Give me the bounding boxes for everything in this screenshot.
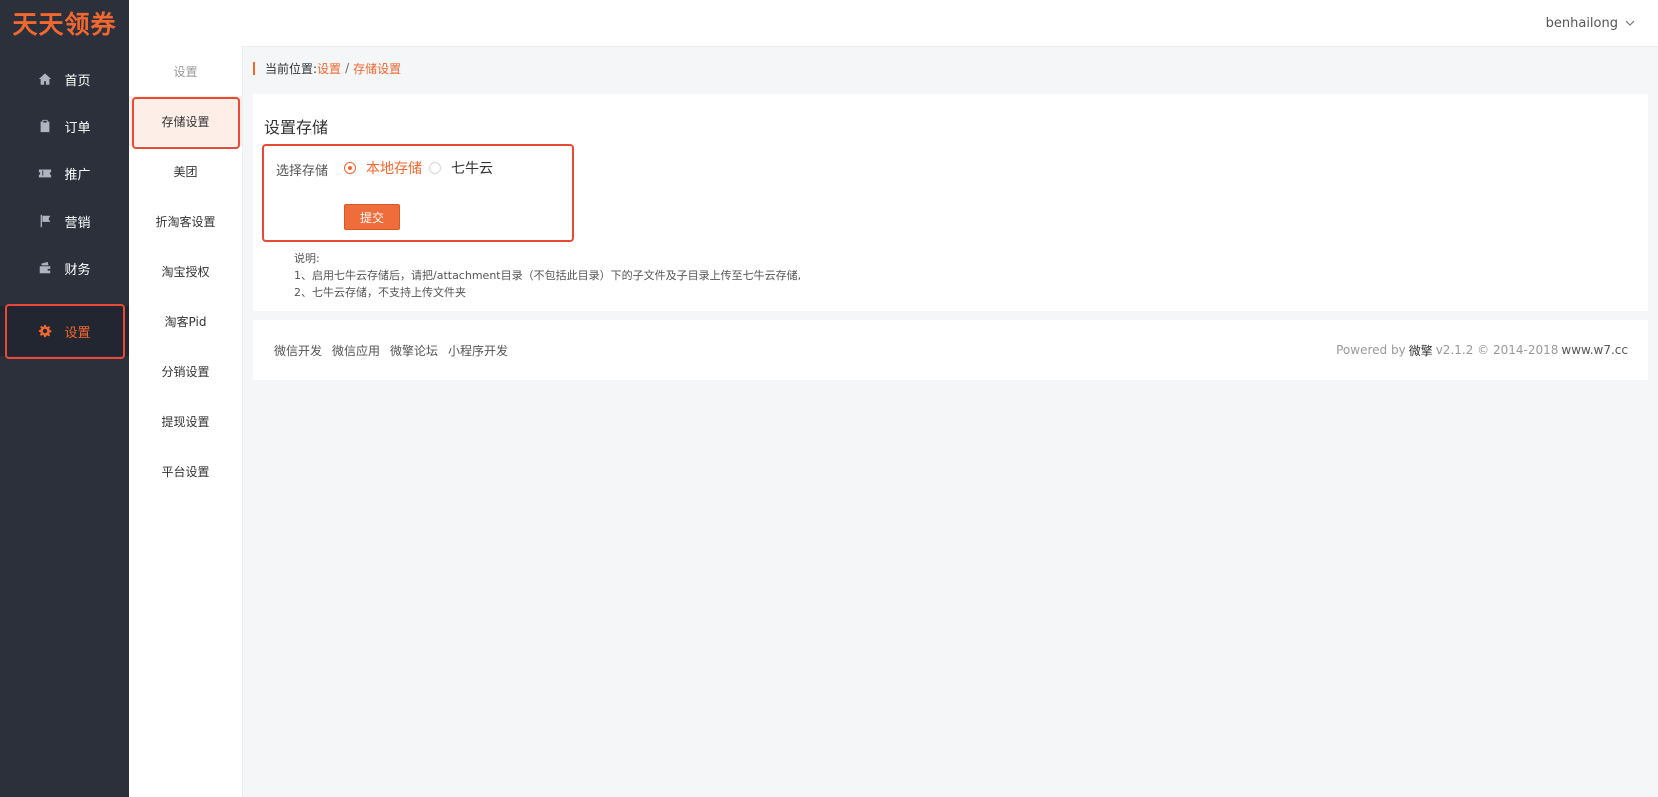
ticket-icon [39, 169, 52, 178]
chevron-down-icon [1625, 20, 1635, 26]
subnav-item-meituan[interactable]: 美团 [129, 146, 242, 196]
username: benhailong [1545, 15, 1618, 31]
subnav-item-taoke-pid[interactable]: 淘客Pid [129, 296, 242, 346]
sidebar-item-orders[interactable]: 订单 [0, 101, 129, 151]
brand-logo[interactable]: 天天领券 [0, 0, 129, 46]
submit-button[interactable]: 提交 [344, 204, 400, 230]
wallet-icon [40, 261, 51, 274]
notes-line-2: 2、七牛云存储，不支持上传文件夹 [294, 286, 466, 299]
breadcrumb-prefix: 当前位置: [265, 61, 318, 76]
sidebar-item-label: 财务 [64, 262, 91, 278]
sidebar-item-promotion[interactable]: 推广 [0, 148, 129, 198]
radio-dot[interactable] [344, 162, 356, 174]
notes-title: 说明: [294, 252, 320, 265]
breadcrumb-link-storage[interactable]: 存储设置 [353, 60, 401, 77]
sidebar-item-label: 推广 [64, 167, 91, 183]
clipboard-icon [41, 119, 50, 133]
storage-settings-panel: 设置存储 选择存储 本地存储 七牛云 提交 说明: 1、启用七牛云存储后，请把/… [253, 94, 1648, 311]
radio-qiniu[interactable]: 七牛云 [429, 158, 493, 178]
storage-highlight-box [132, 97, 240, 149]
subnav-item-withdraw[interactable]: 提现设置 [129, 396, 242, 446]
powered-prefix: Powered by [1336, 343, 1406, 357]
main-sidebar: 天天领券 首页 订单 推广 营销 财务 设置 [0, 0, 129, 797]
settings-subnav: 设置 存储设置 美团 折淘客设置 淘宝授权 淘客Pid 分销设置 提现设置 平台… [129, 46, 243, 797]
subnav-title: 设置 [173, 64, 198, 79]
subnav-item-zhetaoke[interactable]: 折淘客设置 [129, 196, 242, 246]
settings-highlight-box [5, 304, 125, 359]
sidebar-item-label: 订单 [64, 120, 91, 136]
subnav-item-taobao-auth[interactable]: 淘宝授权 [129, 246, 242, 296]
notes-line-1: 1、启用七牛云存储后，请把/attachment目录（不包括此目录）下的子文件及… [294, 269, 802, 282]
user-menu[interactable]: benhailong [1546, 0, 1636, 46]
powered-by: Powered by 微擎 v2.1.2 © 2014-2018 www.w7.… [1336, 320, 1628, 380]
subnav-item-distribution[interactable]: 分销设置 [129, 346, 242, 396]
panel-title: 设置存储 [264, 118, 329, 137]
storage-select-label: 选择存储 [276, 164, 329, 179]
radio-local-storage[interactable]: 本地存储 [344, 158, 422, 178]
radio-label: 七牛云 [451, 161, 493, 177]
footer: 微信开发 微信应用 微擎论坛 小程序开发 Powered by 微擎 v2.1.… [253, 320, 1648, 380]
notes: 说明: 1、启用七牛云存储后，请把/attachment目录（不包括此目录）下的… [294, 250, 801, 301]
radio-label: 本地存储 [366, 161, 422, 177]
sidebar-item-home[interactable]: 首页 [0, 54, 129, 104]
sidebar-item-marketing[interactable]: 营销 [0, 196, 129, 246]
sidebar-item-finance[interactable]: 财务 [0, 243, 129, 293]
footer-link-forum[interactable]: 微擎论坛 [390, 342, 438, 359]
top-header: benhailong [129, 0, 1658, 47]
breadcrumb: 当前位置: 设置 / 存储设置 [253, 59, 401, 77]
sidebar-item-label: 营销 [64, 215, 91, 231]
sidebar-item-label: 首页 [64, 73, 91, 89]
breadcrumb-link-settings[interactable]: 设置 [317, 60, 341, 77]
footer-links: 微信开发 微信应用 微擎论坛 小程序开发 [274, 320, 518, 380]
footer-link-wechat-dev[interactable]: 微信开发 [274, 342, 322, 359]
footer-link-miniprogram[interactable]: 小程序开发 [448, 342, 508, 359]
breadcrumb-accent-bar [253, 61, 255, 75]
footer-link-wechat-apps[interactable]: 微信应用 [332, 342, 380, 359]
powered-brand[interactable]: 微擎 [1409, 342, 1433, 359]
powered-version: v2.1.2 © 2014-2018 [1435, 343, 1559, 357]
home-icon [39, 73, 52, 85]
radio-dot[interactable] [429, 162, 441, 174]
breadcrumb-separator: / [345, 61, 350, 75]
powered-site-link[interactable]: www.w7.cc [1561, 343, 1628, 357]
subnav-item-platform[interactable]: 平台设置 [129, 446, 242, 496]
flag-icon [41, 214, 51, 228]
